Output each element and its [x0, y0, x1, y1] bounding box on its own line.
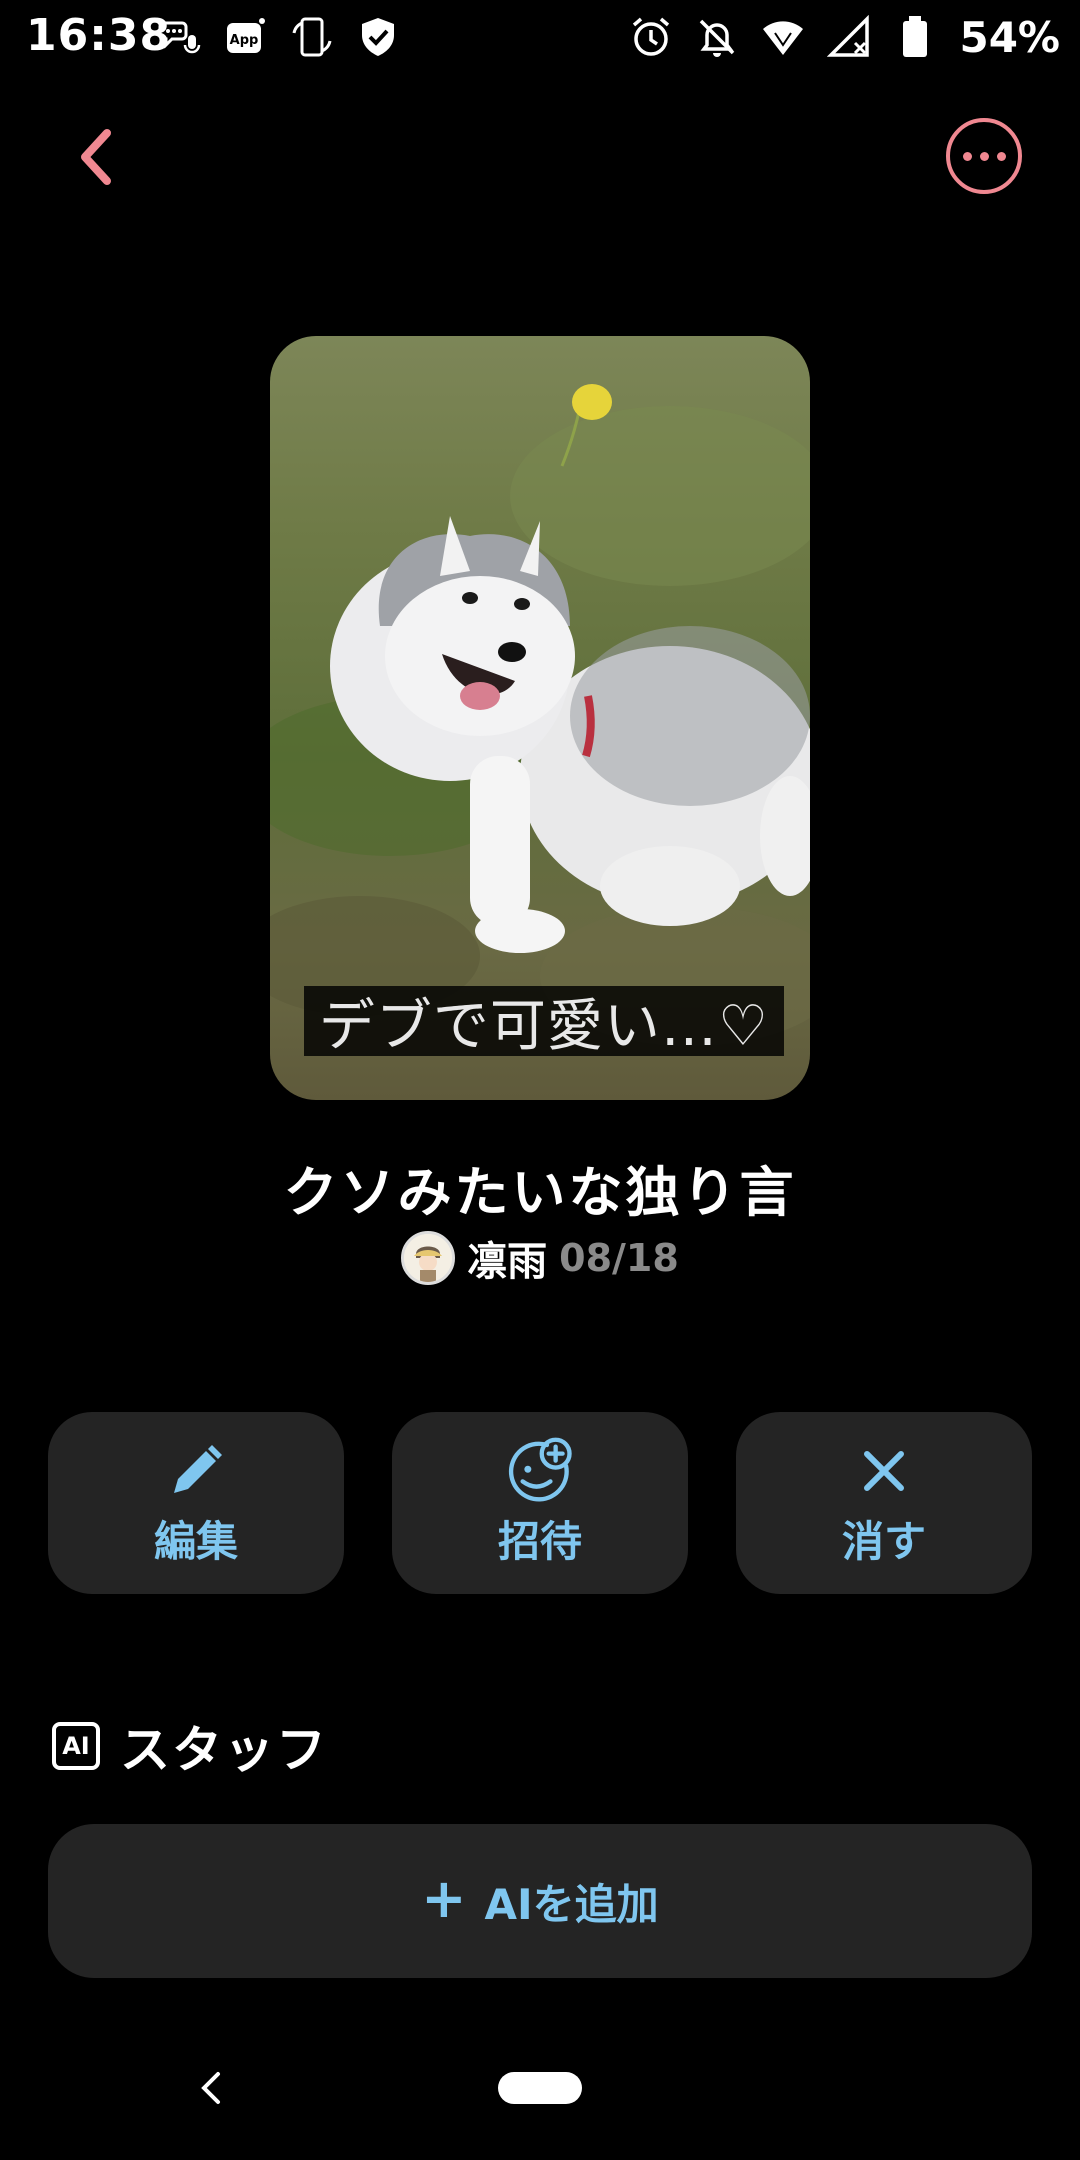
- chevron-left-icon: [81, 129, 111, 185]
- svg-text:App: App: [230, 33, 259, 48]
- plus-icon: +: [421, 1866, 467, 1930]
- avatar[interactable]: [401, 1231, 456, 1285]
- status-right-icons: 54%: [629, 10, 1060, 64]
- post-title: クソみたいな独り言: [283, 1161, 797, 1224]
- status-bar: 16:38 App 54%: [0, 0, 1080, 74]
- invite-label: 招待: [497, 1516, 582, 1566]
- alarm-icon: [629, 15, 673, 59]
- signal-off-icon: [827, 15, 871, 59]
- edit-label: 編集: [153, 1516, 238, 1566]
- status-left-icons: App: [158, 12, 400, 62]
- notifications-off-icon: [695, 15, 739, 59]
- pencil-icon: [163, 1438, 229, 1504]
- screen-rotate-icon: [290, 15, 334, 59]
- staff-title: スタッフ: [120, 1721, 328, 1779]
- add-ai-button[interactable]: + AIを追加: [48, 1824, 1032, 1978]
- author-row[interactable]: 凛雨 08/18: [0, 1228, 1080, 1288]
- chat-mic-icon: [158, 15, 202, 59]
- system-back-button[interactable]: [190, 2068, 230, 2108]
- battery-percent: 54%: [959, 12, 1060, 62]
- close-icon: [851, 1438, 917, 1504]
- battery-icon: [893, 15, 937, 59]
- wifi-icon: [761, 15, 805, 59]
- staff-section-header: AI スタッフ: [52, 1718, 328, 1779]
- more-options-button[interactable]: [946, 118, 1022, 194]
- author-name[interactable]: 凛雨: [467, 1229, 547, 1287]
- ai-badge-icon: AI: [52, 1722, 100, 1770]
- post-date: 08/18: [559, 1236, 679, 1280]
- shield-check-icon: [356, 15, 400, 59]
- delete-label: 消す: [841, 1516, 926, 1566]
- cover-caption: デブで可愛い…♡: [318, 993, 770, 1059]
- edit-button[interactable]: 編集: [48, 1412, 344, 1594]
- nav-back-icon: [201, 2072, 220, 2104]
- action-buttons: 編集 招待 消す: [48, 1412, 1032, 1594]
- invite-button[interactable]: 招待: [392, 1412, 688, 1594]
- back-button[interactable]: [62, 122, 132, 192]
- avatar-image: [404, 1234, 453, 1282]
- delete-button[interactable]: 消す: [736, 1412, 1032, 1594]
- cover-caption-box: デブで可愛い…♡: [304, 986, 784, 1059]
- status-time: 16:38: [26, 10, 172, 61]
- add-person-icon: [507, 1437, 573, 1504]
- system-home-button[interactable]: [498, 2072, 582, 2104]
- add-ai-label: AIを追加: [484, 1879, 659, 1929]
- more-options-icon: [962, 151, 972, 161]
- app-notification-icon: App: [224, 15, 268, 59]
- cover-image[interactable]: デブで可愛い…♡: [270, 336, 810, 1100]
